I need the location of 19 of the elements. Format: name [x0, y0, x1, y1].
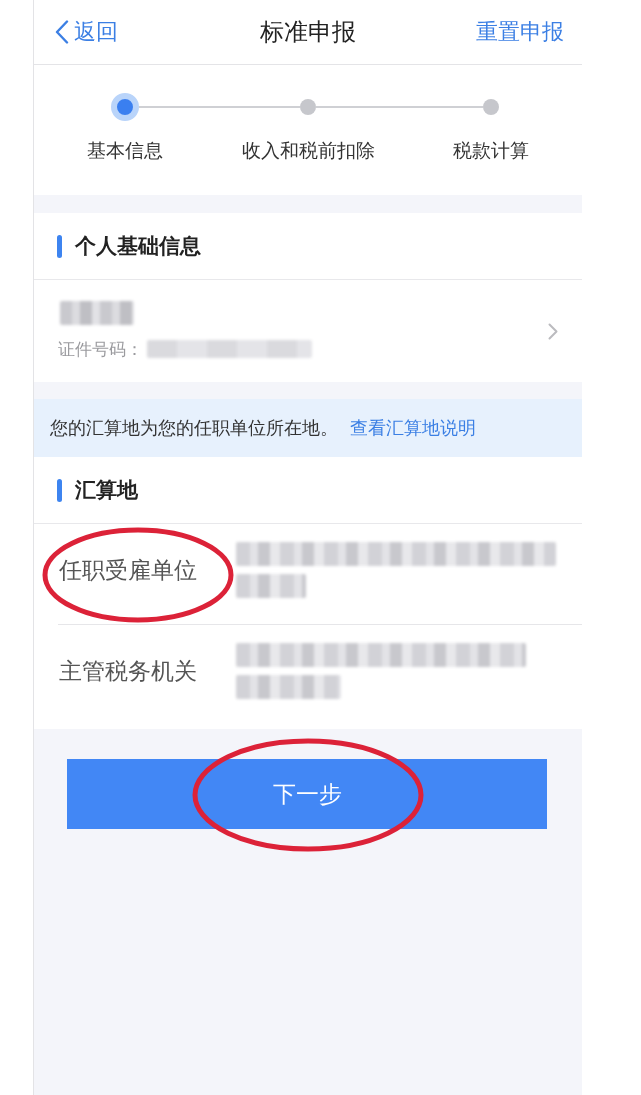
- field-label: 主管税务机关: [59, 657, 198, 686]
- explanation-link[interactable]: 查看汇算地说明: [350, 416, 476, 440]
- back-button[interactable]: 返回: [55, 17, 118, 47]
- section-title: 汇算地: [75, 477, 138, 504]
- notice-text: 您的汇算地为您的任职单位所在地。: [50, 417, 338, 440]
- accent-bar-icon: [57, 478, 62, 502]
- step-label: 收入和税前扣除: [241, 138, 375, 163]
- step-label: 税款计算: [452, 138, 529, 163]
- field-label: 任职受雇单位: [59, 556, 198, 585]
- step-label: 基本信息: [87, 138, 164, 163]
- page-title: 标准申报: [260, 17, 356, 48]
- reset-button[interactable]: 重置申报: [476, 17, 564, 47]
- accent-bar-icon: [57, 234, 62, 258]
- person-list-item[interactable]: 证件号码：: [34, 280, 582, 382]
- id-label: 证件号码：: [58, 338, 143, 361]
- back-chevron-icon: [55, 20, 69, 44]
- next-step-button[interactable]: 下一步: [67, 759, 547, 829]
- section-title: 个人基础信息: [75, 233, 201, 260]
- chevron-right-icon: [548, 322, 558, 340]
